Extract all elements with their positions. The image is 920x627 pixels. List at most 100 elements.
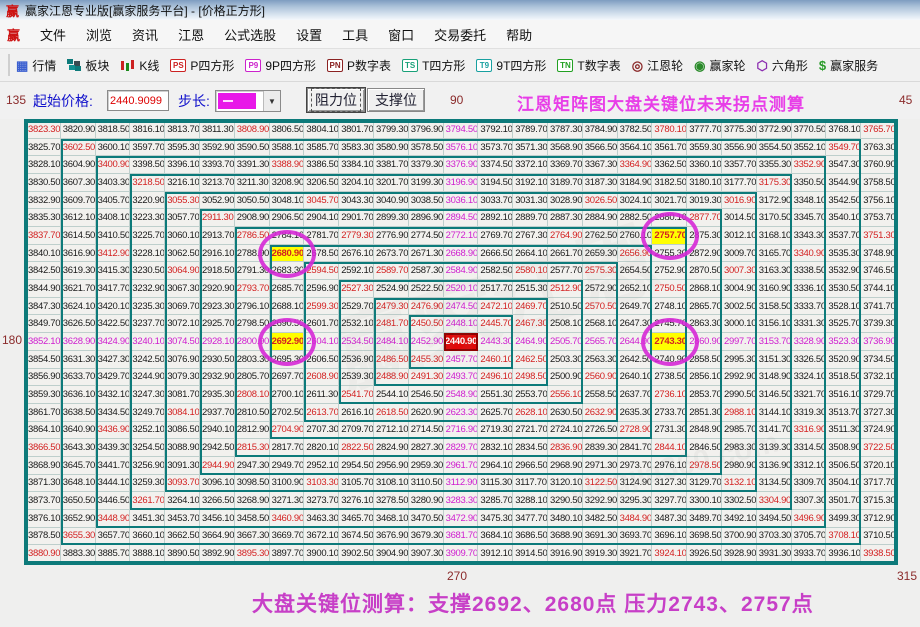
- matrix-cell: 3134.50: [756, 474, 792, 493]
- toolbar-button-6[interactable]: TS T四方形: [402, 57, 465, 74]
- resistance-button[interactable]: 阻力位: [306, 87, 366, 113]
- matrix-cell: 2524.90: [373, 280, 409, 298]
- matrix-cell: 3324.10: [791, 368, 827, 387]
- matrix-cell: 3540.10: [826, 209, 862, 228]
- toolbar-items: ▦ 行情 板块 K线 PS P四方形 P9 9P四方形 PN P数字表 TS T四方形 T9 9T四方形 T…: [16, 57, 889, 74]
- matrix-cell: 2920.90: [199, 280, 235, 298]
- matrix-cell: 2846.50: [687, 439, 722, 457]
- menu-item-2[interactable]: 资讯: [122, 22, 168, 47]
- matrix-cell: 3501.70: [826, 492, 862, 510]
- matrix-cell: 3621.70: [60, 280, 96, 298]
- toolbar-button-4[interactable]: P9 9P四方形: [245, 57, 316, 74]
- matrix-cell: 2512.90: [547, 280, 583, 298]
- toolbar-button-3[interactable]: PS P四方形: [170, 57, 234, 74]
- start-price-input[interactable]: [107, 90, 169, 111]
- matrix-cell: 3849.70: [26, 315, 61, 334]
- matrix-cell: 2815.30: [234, 439, 270, 457]
- matrix-cell: 3734.50: [861, 350, 896, 369]
- matrix-cell: 3487.30: [652, 509, 688, 528]
- matrix-cell: 3259.30: [130, 474, 166, 493]
- matrix-cell: 3703.30: [756, 527, 792, 546]
- toolbar-button-2[interactable]: K线: [120, 57, 159, 74]
- matrix-cell: 2877.70: [687, 209, 722, 228]
- toolbar-button-8[interactable]: TN T数字表: [557, 57, 621, 74]
- menu-item-5[interactable]: 设置: [286, 22, 332, 47]
- menu-item-0[interactable]: 文件: [30, 22, 76, 47]
- matrix-cell: 3508.90: [826, 439, 862, 457]
- matrix-cell: 2952.10: [304, 456, 340, 475]
- toolbar-button-10[interactable]: ◉ 赢家轮: [694, 57, 745, 74]
- matrix-cell: 2546.50: [408, 386, 444, 404]
- matrix-center-cell: 2440.90: [443, 333, 479, 351]
- matrix-cell: 3681.70: [443, 527, 479, 546]
- matrix-cell: 3700.90: [721, 527, 757, 546]
- matrix-cell: 3158.50: [756, 297, 792, 316]
- matrix-cell: 2594.50: [304, 262, 340, 281]
- matrix-cell: 2784.10: [269, 227, 305, 245]
- matrix-cell: 3856.90: [26, 368, 61, 387]
- matrix-cell: 3312.10: [791, 456, 827, 475]
- matrix-cell: 2875.30: [687, 227, 722, 245]
- matrix-cell: 3360.10: [687, 156, 722, 175]
- menu-item-6[interactable]: 工具: [332, 22, 378, 47]
- matrix-cell: 3472.90: [443, 509, 479, 528]
- menu-item-1[interactable]: 浏览: [76, 22, 122, 47]
- matrix-cell: 2450.50: [408, 315, 444, 334]
- matrix-cell: 3076.90: [165, 350, 200, 369]
- chevron-down-icon[interactable]: ▼: [263, 91, 280, 111]
- matrix-cell: 3021.70: [652, 191, 688, 210]
- matrix-cell: 2716.90: [443, 421, 479, 440]
- matrix-cell: 3482.50: [582, 509, 618, 528]
- matrix-cell: 3321.70: [791, 386, 827, 404]
- matrix-cell: 3448.90: [95, 509, 131, 528]
- support-button[interactable]: 支撑位: [367, 88, 425, 112]
- matrix-cell: 3016.90: [721, 191, 757, 210]
- matrix-cell: 3201.70: [373, 174, 409, 192]
- toolbar-button-11[interactable]: ⬡ 六角形: [756, 57, 807, 74]
- toolbar-button-0[interactable]: ▦ 行情: [16, 57, 56, 74]
- toolbar-button-5[interactable]: PN P数字表: [327, 57, 391, 74]
- matrix-cell: 3196.90: [443, 174, 479, 192]
- matrix-cell: 3446.50: [95, 492, 131, 510]
- matrix-cell: 3643.30: [60, 439, 96, 457]
- matrix-cell: 2889.70: [513, 209, 548, 228]
- matrix-cell: 3854.50: [26, 350, 61, 369]
- matrix-cell: 2868.10: [687, 280, 722, 298]
- matrix-cell: 3381.70: [373, 156, 409, 175]
- matrix-cell: 3650.50: [60, 492, 96, 510]
- toolbar-button-label: 江恩轮: [647, 58, 684, 73]
- matrix-cell: 2908.90: [234, 209, 270, 228]
- matrix-cell: 2457.70: [443, 350, 479, 369]
- toolbar-button-1[interactable]: 板块: [67, 57, 109, 74]
- matrix-cell: 3424.90: [95, 333, 131, 351]
- matrix-cell: 3350.50: [791, 174, 827, 192]
- window-title: 赢家江恩专业版[赢家服务平台] - [价格正方形]: [25, 3, 266, 18]
- matrix-cell: 3278.50: [373, 492, 409, 510]
- matrix-cell: 2896.90: [408, 209, 444, 228]
- matrix-cell: 3163.30: [756, 262, 792, 281]
- matrix-cell: 3489.70: [687, 509, 722, 528]
- matrix-cell: 3871.30: [26, 474, 61, 493]
- matrix-cell: 3796.90: [408, 121, 444, 139]
- matrix-cell: 2522.50: [408, 280, 444, 298]
- matrix-cell: 3422.50: [95, 315, 131, 334]
- matrix-cell: 2839.30: [582, 439, 618, 457]
- matrix-cell: 3655.30: [60, 527, 96, 546]
- toolbar-button-12[interactable]: $ 赢家服务: [819, 57, 878, 74]
- toolbar-button-9[interactable]: ◎ 江恩轮: [632, 57, 683, 74]
- matrix-cell: 3566.50: [582, 138, 618, 157]
- matrix-cell: 2872.90: [687, 244, 722, 263]
- menu-item-7[interactable]: 窗口: [378, 22, 424, 47]
- matrix-cell: 2565.70: [582, 333, 618, 351]
- menu-item-8[interactable]: 交易委托: [424, 22, 496, 47]
- page-title: 江恩矩阵图大盘关键位未来拐点测算: [517, 95, 805, 114]
- menu-item-9[interactable]: 帮助: [496, 22, 542, 47]
- matrix-cell: 2978.50: [687, 456, 722, 475]
- step-combobox[interactable]: ▼: [215, 90, 281, 112]
- matrix-cell: 3079.30: [165, 368, 200, 387]
- menu-item-3[interactable]: 江恩: [168, 22, 214, 47]
- menu-item-4[interactable]: 公式选股: [214, 22, 286, 47]
- toolbar-button-7[interactable]: T9 9T四方形: [476, 57, 546, 74]
- matrix-cell: 3326.50: [791, 350, 827, 369]
- matrix-cell: 2752.90: [652, 262, 688, 281]
